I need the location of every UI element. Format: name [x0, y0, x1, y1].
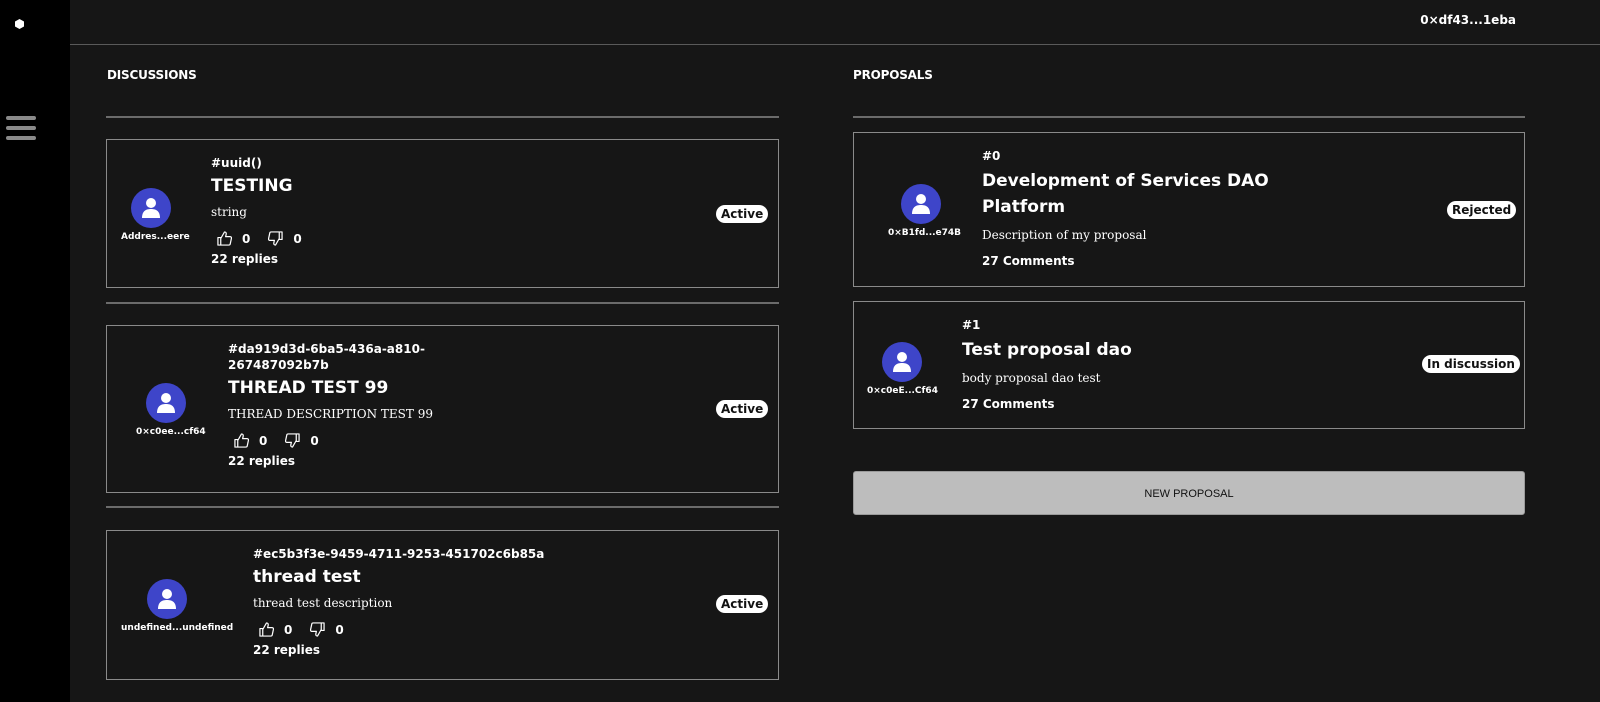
comments-count[interactable]: 27 Comments	[982, 254, 1272, 268]
avatar	[131, 188, 171, 228]
thumbs-up-icon	[217, 231, 232, 246]
author-address: 0×c0ee...cf64	[136, 427, 206, 437]
proposal-description: body proposal dao test	[962, 371, 1101, 385]
discussion-content: #da919d3d-6ba5-436a-a810-267487092b7b TH…	[228, 341, 438, 468]
downvote-button[interactable]: 0	[310, 622, 344, 637]
thread-id: #uuid()	[211, 156, 262, 170]
author-block: 0×c0eE...Cf64	[867, 342, 938, 396]
proposals-heading: PROPOSALS	[853, 68, 933, 82]
discussion-card[interactable]: Addres...eere #uuid() TESTING string 0 0…	[106, 139, 779, 288]
discussions-heading: DISCUSSIONS	[107, 68, 197, 82]
top-bar: 0×df43...1eba	[70, 0, 1600, 45]
thread-title: TESTING	[211, 176, 293, 196]
upvote-button[interactable]: 0	[217, 231, 250, 246]
thumbs-down-icon	[285, 433, 301, 448]
vote-bar: 0 0	[234, 433, 438, 448]
thread-id: #da919d3d-6ba5-436a-a810-267487092b7b	[228, 342, 425, 372]
user-icon	[142, 198, 160, 218]
replies-count[interactable]: 22 replies	[228, 454, 438, 468]
author-address: undefined...undefined	[121, 623, 234, 633]
wallet-address[interactable]: 0×df43...1eba	[1420, 13, 1516, 27]
author-block: undefined...undefined	[121, 579, 234, 633]
upvote-count: 0	[284, 622, 293, 637]
proposal-id: #1	[962, 318, 981, 332]
proposal-content: #1 Test proposal dao body proposal dao t…	[962, 317, 1262, 411]
sidebar	[0, 0, 70, 702]
downvote-count: 0	[310, 433, 319, 448]
author-address: 0×c0eE...Cf64	[867, 386, 938, 396]
user-icon	[158, 589, 176, 609]
upvote-count: 0	[242, 231, 251, 246]
avatar	[882, 342, 922, 382]
thread-title: THREAD TEST 99	[228, 378, 389, 398]
downvote-count: 0	[293, 231, 302, 246]
status-badge: Active	[716, 595, 769, 613]
divider	[106, 506, 779, 508]
new-proposal-button[interactable]: NEW PROPOSAL	[853, 471, 1525, 515]
discussion-card[interactable]: 0×c0ee...cf64 #da919d3d-6ba5-436a-a810-2…	[106, 325, 779, 493]
divider	[853, 116, 1525, 118]
proposal-card[interactable]: 0×B1fd...e74B #0 Development of Services…	[853, 132, 1525, 287]
discussion-content: #ec5b3f3e-9459-4711-9253-451702c6b85a th…	[253, 546, 553, 657]
upvote-count: 0	[259, 433, 268, 448]
avatar	[147, 579, 187, 619]
vote-bar: 0 0	[259, 622, 553, 637]
author-block: Addres...eere	[121, 188, 190, 242]
author-block: 0×B1fd...e74B	[888, 184, 962, 238]
status-badge: In discussion	[1422, 355, 1520, 373]
replies-count[interactable]: 22 replies	[253, 643, 553, 657]
proposal-title: Development of Services DAO Platform	[982, 171, 1269, 217]
discussion-card[interactable]: undefined...undefined #ec5b3f3e-9459-471…	[106, 530, 779, 680]
upvote-button[interactable]: 0	[259, 622, 292, 637]
thumbs-down-icon	[268, 231, 284, 246]
divider	[106, 116, 779, 118]
user-icon	[157, 393, 175, 413]
proposal-content: #0 Development of Services DAO Platform …	[982, 148, 1272, 268]
discussion-content: #uuid() TESTING string 0 0 22 replies	[211, 155, 461, 266]
thread-title: thread test	[253, 567, 361, 587]
divider	[106, 302, 779, 304]
proposal-title: Test proposal dao	[962, 340, 1132, 360]
author-block: 0×c0ee...cf64	[136, 383, 206, 437]
vote-bar: 0 0	[217, 231, 461, 246]
proposal-card[interactable]: 0×c0eE...Cf64 #1 Test proposal dao body …	[853, 301, 1525, 429]
hamburger-menu-icon[interactable]	[6, 116, 36, 144]
thread-description: thread test description	[253, 596, 393, 610]
avatar	[146, 383, 186, 423]
status-badge: Rejected	[1447, 201, 1517, 219]
thread-id: #ec5b3f3e-9459-4711-9253-451702c6b85a	[253, 547, 545, 561]
replies-count[interactable]: 22 replies	[211, 252, 461, 266]
proposal-id: #0	[982, 149, 1001, 163]
thread-description: THREAD DESCRIPTION TEST 99	[228, 407, 433, 421]
author-address: 0×B1fd...e74B	[888, 228, 962, 238]
downvote-button[interactable]: 0	[285, 433, 319, 448]
avatar	[900, 184, 941, 224]
status-badge: Active	[716, 400, 769, 418]
proposal-description: Description of my proposal	[982, 228, 1147, 242]
author-address: Addres...eere	[121, 232, 190, 242]
downvote-button[interactable]: 0	[268, 231, 302, 246]
thumbs-down-icon	[310, 622, 326, 637]
status-badge: Active	[716, 205, 769, 223]
downvote-count: 0	[335, 622, 344, 637]
user-icon	[911, 194, 930, 214]
hexagon-logo-icon[interactable]	[15, 19, 24, 29]
thumbs-up-icon	[259, 622, 274, 637]
user-icon	[893, 352, 911, 372]
upvote-button[interactable]: 0	[234, 433, 267, 448]
thread-description: string	[211, 205, 247, 219]
comments-count[interactable]: 27 Comments	[962, 397, 1262, 411]
thumbs-up-icon	[234, 433, 249, 448]
